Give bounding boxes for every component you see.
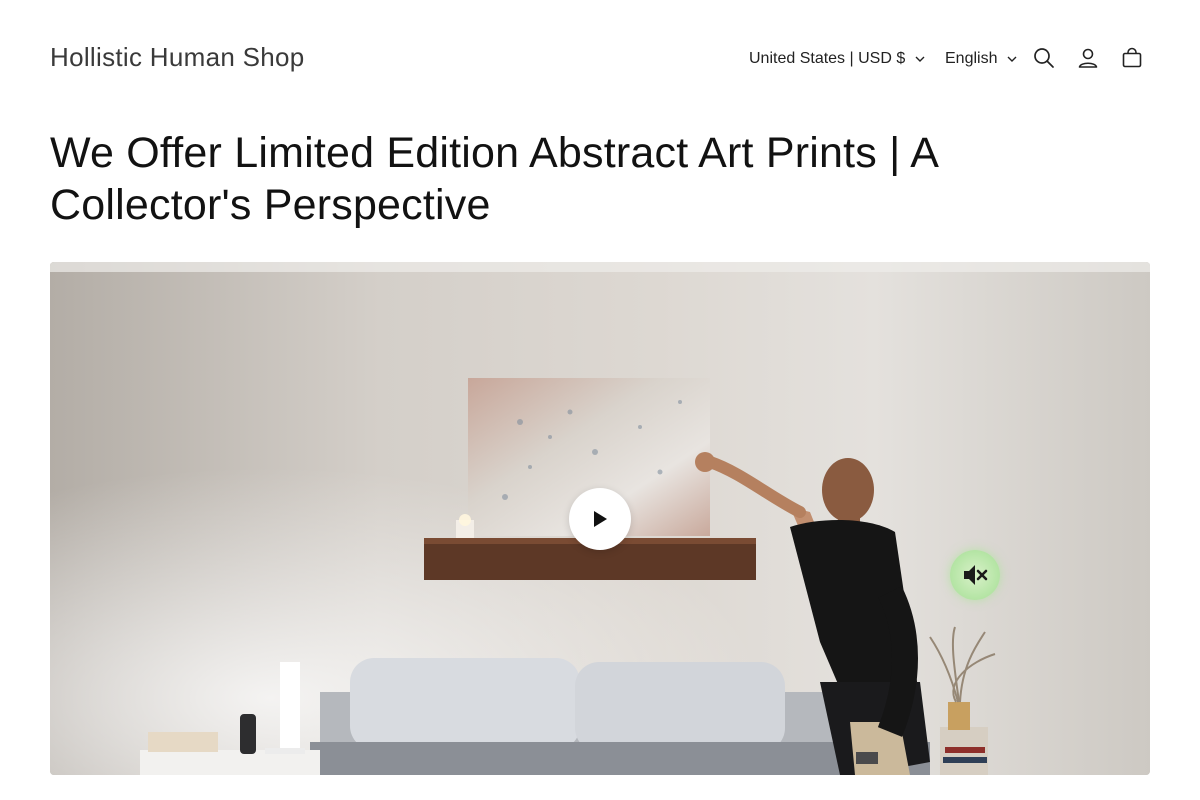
- play-icon: [594, 511, 607, 527]
- play-button[interactable]: [569, 488, 631, 550]
- mute-button[interactable]: [950, 550, 1000, 600]
- country-currency-selector[interactable]: United States | USD $: [749, 46, 926, 72]
- language-label: English: [945, 50, 998, 67]
- site-header: Hollistic Human Shop United States | USD…: [0, 0, 1200, 116]
- video-player[interactable]: [50, 262, 1150, 775]
- page-title: We Offer Limited Edition Abstract Art Pr…: [50, 129, 937, 229]
- chevron-down-icon: [915, 56, 925, 62]
- language-selector[interactable]: English: [945, 46, 1018, 72]
- chevron-down-icon: [1007, 56, 1017, 62]
- account-button[interactable]: [1072, 42, 1104, 74]
- cart-icon: [1122, 47, 1142, 68]
- site-logo[interactable]: Hollistic Human Shop: [50, 40, 305, 74]
- account-icon: [1078, 48, 1098, 68]
- mute-icon: [964, 565, 988, 585]
- search-button[interactable]: [1028, 42, 1060, 74]
- cart-button[interactable]: [1116, 42, 1148, 74]
- country-currency-label: United States | USD $: [749, 50, 906, 67]
- search-icon: [1034, 48, 1054, 68]
